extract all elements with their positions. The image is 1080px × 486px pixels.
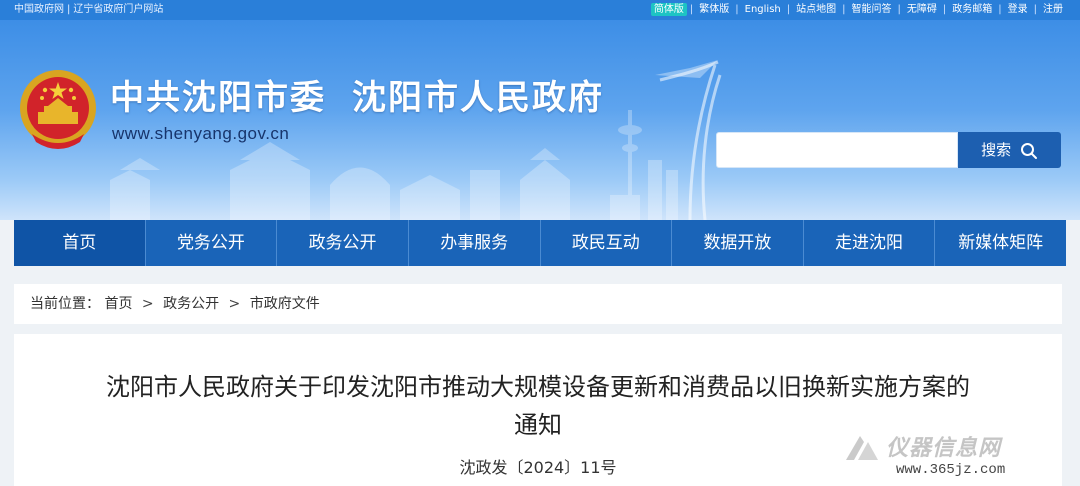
nav-item-interaction[interactable]: 政民互动	[541, 220, 673, 266]
city-skyline-illustration	[110, 60, 722, 220]
breadcrumb-item-city-docs[interactable]: 市政府文件	[250, 296, 320, 312]
header-banner: 中共沈阳市委 沈阳市人民政府 www.shenyang.gov.cn 搜索	[0, 20, 1080, 220]
nav-item-new-media[interactable]: 新媒体矩阵	[935, 220, 1066, 266]
link-china-gov[interactable]: 中国政府网	[14, 4, 64, 15]
breadcrumb-label: 当前位置：	[30, 296, 100, 312]
site-title[interactable]: 中共沈阳市委 沈阳市人民政府	[110, 70, 604, 119]
divider: |	[689, 4, 694, 15]
search-button-label: 搜索	[981, 141, 1012, 159]
breadcrumb-item-gov-affairs[interactable]: 政务公开	[163, 296, 219, 312]
divider: |	[786, 4, 791, 15]
breadcrumb-separator: >	[141, 296, 154, 312]
main-nav: 首页 党务公开 政务公开 办事服务 政民互动 数据开放 走进沈阳 新媒体矩阵	[14, 220, 1066, 266]
accessibility-link[interactable]: 无障碍	[904, 3, 940, 16]
divider: |	[67, 4, 71, 15]
party-committee-title: 中共沈阳市委	[110, 78, 326, 118]
external-links: 中国政府网 | 辽宁省政府门户网站	[14, 0, 163, 20]
watermark-logo-icon	[846, 436, 878, 460]
divider: |	[842, 4, 846, 15]
utility-links: 简体版 | 繁体版 | English | 站点地图 | 智能问答 | 无障碍 | 政务邮箱 | 登录 | 注册	[650, 0, 1066, 20]
watermark-url: www.365jz.com	[896, 462, 1006, 478]
article-title-line: 沈阳市人民政府关于印发沈阳市推动大规模设备更新和消费品以旧换新实施方案的	[106, 373, 970, 401]
register-link[interactable]: 注册	[1040, 3, 1066, 16]
article-panel: 沈阳市人民政府关于印发沈阳市推动大规模设备更新和消费品以旧换新实施方案的 通知 …	[14, 334, 1062, 486]
nav-item-about-shenyang[interactable]: 走进沈阳	[804, 220, 936, 266]
search-icon	[1020, 142, 1037, 159]
divider: |	[735, 4, 739, 15]
search-input[interactable]	[716, 132, 958, 168]
breadcrumb-separator: >	[228, 296, 241, 312]
divider: |	[998, 4, 1002, 15]
sitemap-link[interactable]: 站点地图	[793, 3, 839, 16]
watermark-brand: 仪器信息网	[886, 436, 1002, 461]
nav-item-party-affairs[interactable]: 党务公开	[146, 220, 278, 266]
watermark: 仪器信息网 www.365jz.com	[834, 424, 1054, 484]
lang-traditional-link[interactable]: 繁体版	[696, 3, 732, 16]
smart-qa-link[interactable]: 智能问答	[849, 3, 895, 16]
breadcrumb-item-home[interactable]: 首页	[104, 296, 132, 312]
breadcrumb: 当前位置： 首页 > 政务公开 > 市政府文件	[14, 284, 1062, 324]
search-button[interactable]: 搜索	[958, 132, 1061, 168]
government-title: 沈阳市人民政府	[352, 78, 604, 118]
divider: |	[942, 4, 947, 15]
top-utility-bar: 中国政府网 | 辽宁省政府门户网站 简体版 | 繁体版 | English | 站点地图 | 智能问…	[0, 0, 1080, 20]
divider: |	[1033, 4, 1037, 15]
nav-item-gov-affairs[interactable]: 政务公开	[277, 220, 409, 266]
divider: |	[897, 4, 901, 15]
nav-item-home[interactable]: 首页	[14, 220, 146, 266]
link-liaoning-gov[interactable]: 辽宁省政府门户网站	[73, 4, 163, 15]
national-emblem-logo	[20, 70, 96, 149]
login-link[interactable]: 登录	[1005, 3, 1031, 16]
nav-item-open-data[interactable]: 数据开放	[672, 220, 804, 266]
nav-item-services[interactable]: 办事服务	[409, 220, 541, 266]
lang-simplified-link[interactable]: 简体版	[650, 3, 687, 16]
lang-english-link[interactable]: English	[742, 3, 784, 16]
site-domain: www.shenyang.gov.cn	[112, 124, 290, 143]
gov-mail-link[interactable]: 政务邮箱	[949, 3, 995, 16]
